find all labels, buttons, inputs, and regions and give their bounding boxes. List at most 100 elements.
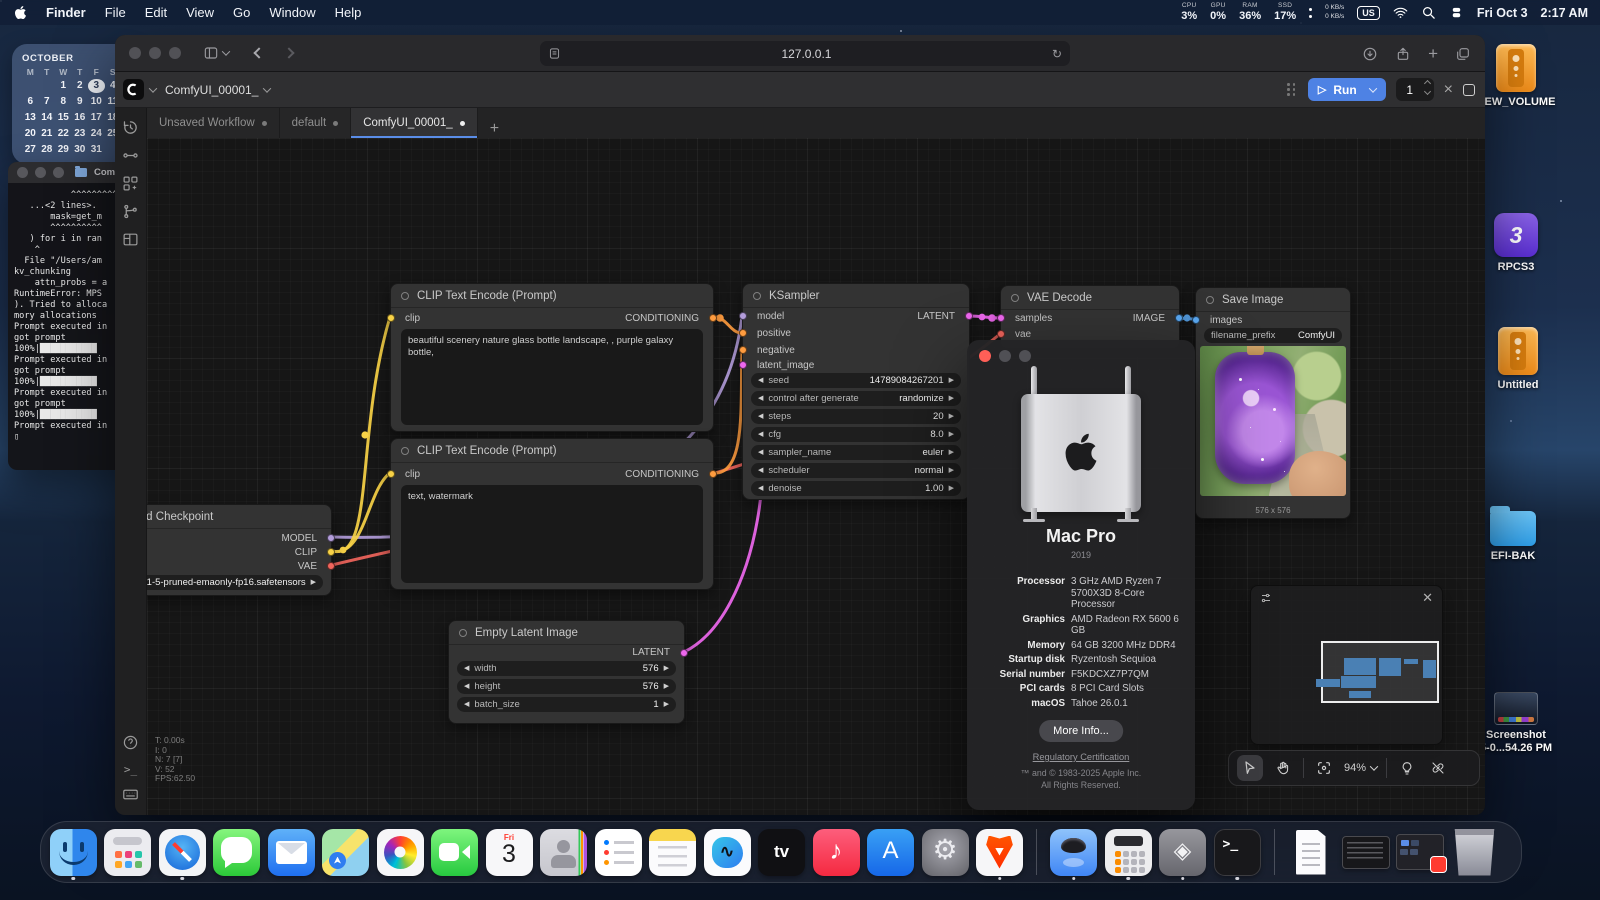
collapse-dot[interactable] (401, 447, 409, 455)
node-ksampler[interactable]: KSampler model positive negative latent_… (742, 283, 970, 500)
dock-item-minimized-browser-window[interactable] (1396, 824, 1444, 880)
desktop-icon-untitled[interactable]: Untitled (1496, 327, 1540, 392)
minimap-close-icon[interactable]: ✕ (1422, 590, 1433, 606)
arrow-right-icon[interactable]: ▶ (664, 665, 669, 672)
dock-item-textedit-doc[interactable] (1287, 824, 1335, 880)
about-zoom-button[interactable] (1019, 350, 1031, 362)
node-empty-latent-image[interactable]: Empty Latent Image LATENT ◀width576▶◀hei… (448, 620, 685, 724)
port-latent-image[interactable] (739, 361, 747, 369)
node-library-icon[interactable] (122, 175, 139, 192)
dock-item-calculator[interactable] (1104, 824, 1152, 880)
widget-ckpt-name[interactable]: v1-5-pruned-emaonly-fp16.safetensors ▶ (147, 575, 323, 590)
terminal-zoom-button[interactable] (53, 167, 64, 178)
widget-scheduler[interactable]: ◀schedulernormal▶ (751, 463, 961, 478)
node-canvas[interactable]: Load Checkpoint MODEL CLIP VAE v1-5-prun… (147, 138, 1485, 815)
workflow-tab-comfyui-00001-[interactable]: ComfyUI_00001_ (351, 108, 478, 138)
menu-help[interactable]: Help (335, 5, 362, 20)
arrow-left-icon[interactable]: ◀ (464, 701, 469, 708)
dock-item-trash[interactable] (1451, 824, 1499, 880)
prompt-textarea[interactable]: text, watermark (401, 485, 703, 583)
generated-image-preview[interactable] (1200, 346, 1346, 496)
arrow-right-icon[interactable]: ▶ (949, 467, 954, 474)
prompt-textarea[interactable]: beautiful scenery nature glass bottle la… (401, 329, 703, 425)
site-settings-icon[interactable] (548, 47, 561, 60)
widget-seed[interactable]: ◀seed14789084267201▶ (751, 373, 961, 388)
back-button[interactable] (253, 47, 264, 58)
widget-sampler-name[interactable]: ◀sampler_nameeuler▶ (751, 445, 961, 460)
collapse-dot[interactable] (459, 629, 467, 637)
arrow-right-icon[interactable]: ▶ (311, 579, 316, 586)
arrow-right-icon[interactable]: ▶ (949, 395, 954, 402)
collapse-dot[interactable] (753, 292, 761, 300)
ram-stat[interactable]: RAM36% (1239, 3, 1261, 22)
tab-overview-icon[interactable] (1455, 46, 1471, 62)
model-library-icon[interactable] (122, 231, 139, 248)
port-clip[interactable] (327, 548, 335, 556)
dock-item-opencore[interactable]: ◈ (1159, 824, 1207, 880)
port-vae[interactable] (997, 330, 1005, 338)
forward-button[interactable] (283, 47, 294, 58)
minimap-panel[interactable]: ✕ (1250, 585, 1443, 745)
about-close-button[interactable] (979, 350, 991, 362)
drag-handle[interactable] (1287, 83, 1296, 96)
port-clip[interactable] (387, 470, 395, 478)
arrow-right-icon[interactable]: ▶ (664, 701, 669, 708)
dock-item-calendar[interactable]: Fri3 (485, 824, 533, 880)
dock-item-finder[interactable] (49, 824, 97, 880)
widget-filename-prefix[interactable]: filename_prefix ComfyUI (1204, 328, 1342, 343)
widget-height[interactable]: ◀height576▶ (457, 679, 676, 694)
node-link-icon[interactable] (122, 147, 139, 164)
browser-zoom-button[interactable] (169, 47, 181, 59)
port-image[interactable] (1175, 314, 1183, 322)
node-clip-text-encode-positive[interactable]: CLIP Text Encode (Prompt) clip CONDITION… (390, 283, 714, 432)
arrow-left-icon[interactable]: ◀ (758, 395, 763, 402)
widget-batch-size[interactable]: ◀batch_size1▶ (457, 697, 676, 712)
desktop-icon-efi-bak[interactable]: EFI-BAK (1491, 503, 1535, 563)
dock-item-app-store[interactable]: A (867, 824, 915, 880)
menu-view[interactable]: View (186, 5, 214, 20)
dock-item-mail[interactable] (267, 824, 315, 880)
arrow-left-icon[interactable]: ◀ (464, 683, 469, 690)
zoom-level-dropdown[interactable]: 94% (1344, 762, 1377, 774)
close-icon[interactable]: × (1444, 81, 1453, 99)
dock-item-notes[interactable] (649, 824, 697, 880)
input-source-menu[interactable]: US (1357, 6, 1380, 20)
comfy-logo[interactable] (123, 79, 144, 100)
port-positive[interactable] (739, 329, 747, 337)
dock-item-audio-device[interactable] (1050, 824, 1098, 880)
port-latent-out[interactable] (680, 649, 688, 657)
canvas-toggle-icon[interactable] (1463, 84, 1475, 96)
regulatory-certification-link[interactable]: Regulatory Certification (967, 752, 1195, 762)
browser-minimize-button[interactable] (149, 47, 161, 59)
cpu-stat[interactable]: CPU3% (1181, 3, 1197, 22)
widget-denoise[interactable]: ◀denoise1.00▶ (751, 481, 961, 496)
dock-item-brave[interactable] (976, 824, 1024, 880)
downloads-icon[interactable] (1362, 46, 1378, 62)
reload-icon[interactable]: ↻ (1052, 47, 1062, 61)
run-button[interactable]: ▷ Run (1308, 78, 1386, 101)
desktop-icon-screenshot[interactable]: Screenshot5-0...54.26 PM (1494, 686, 1538, 755)
minimap-content[interactable] (1251, 610, 1442, 744)
workflow-tab-unsaved-workflow[interactable]: Unsaved Workflow (147, 108, 280, 138)
spotlight-search-icon[interactable] (1421, 5, 1436, 20)
port-model[interactable] (327, 534, 335, 542)
menu-file[interactable]: File (105, 5, 126, 20)
new-tab-icon[interactable]: + (1428, 45, 1438, 62)
arrow-left-icon[interactable]: ◀ (758, 485, 763, 492)
arrow-right-icon[interactable]: ▶ (949, 377, 954, 384)
about-this-mac-window[interactable]: Mac Pro 2019 Processor3 GHz AMD Ryzen 7 … (967, 340, 1195, 810)
new-workflow-tab-button[interactable]: + (478, 120, 511, 138)
pan-tool-button[interactable] (1272, 760, 1294, 776)
minimap-settings-icon[interactable] (1260, 592, 1272, 604)
dock-item-freeform[interactable] (703, 824, 751, 880)
desktop-icon-new-volume[interactable]: NEW_VOLUME (1494, 44, 1538, 109)
arrow-left-icon[interactable]: ◀ (758, 467, 763, 474)
widget-cfg[interactable]: ◀cfg8.0▶ (751, 427, 961, 442)
gpu-stat[interactable]: GPU0% (1210, 3, 1226, 22)
share-icon[interactable] (1395, 46, 1411, 62)
arrow-left-icon[interactable]: ◀ (464, 665, 469, 672)
dock-item-messages[interactable] (213, 824, 261, 880)
port-negative[interactable] (739, 346, 747, 354)
ssd-stat[interactable]: SSD17% (1274, 3, 1296, 22)
widget-steps[interactable]: ◀steps20▶ (751, 409, 961, 424)
